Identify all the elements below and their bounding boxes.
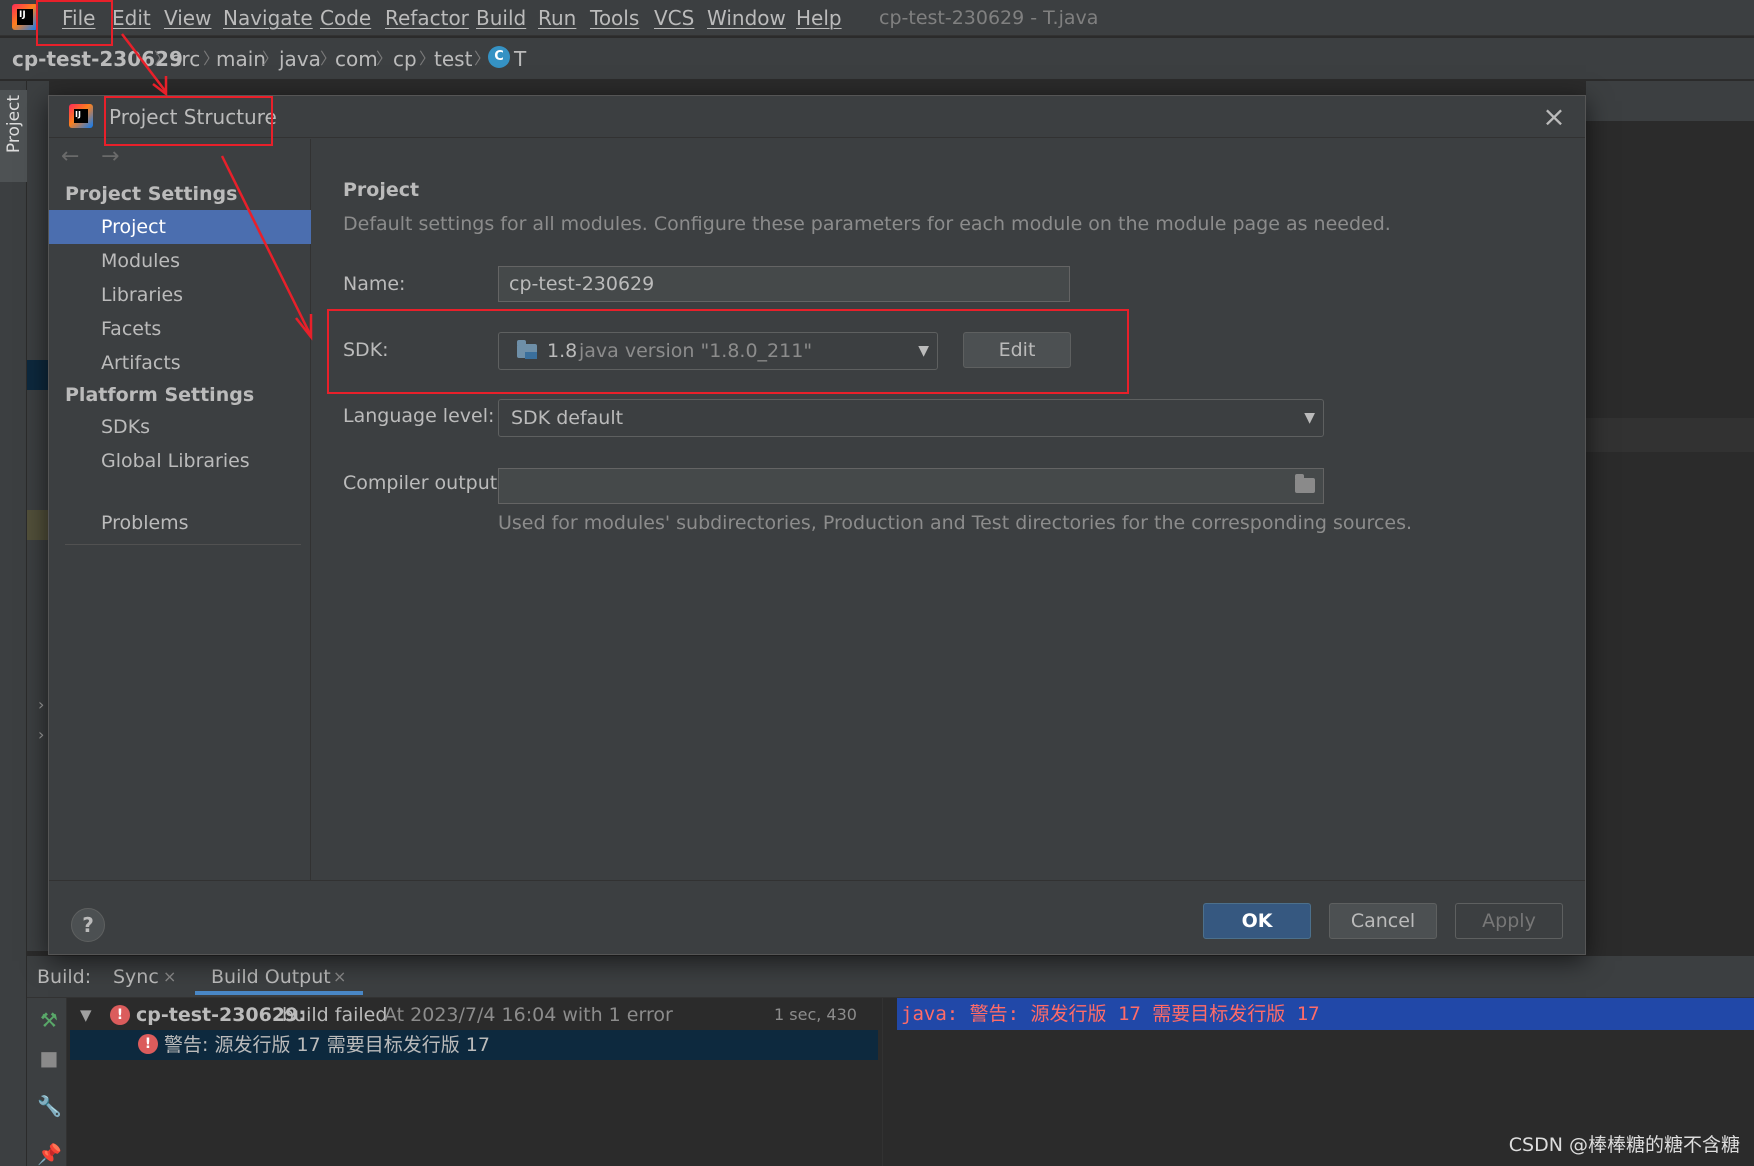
annotation-arrowhead-icon [295, 314, 313, 341]
annotation-arrows [121, 33, 313, 341]
annotation-arrow-to-dialog [121, 33, 167, 93]
annotation-arrow-to-sdk [220, 155, 312, 335]
